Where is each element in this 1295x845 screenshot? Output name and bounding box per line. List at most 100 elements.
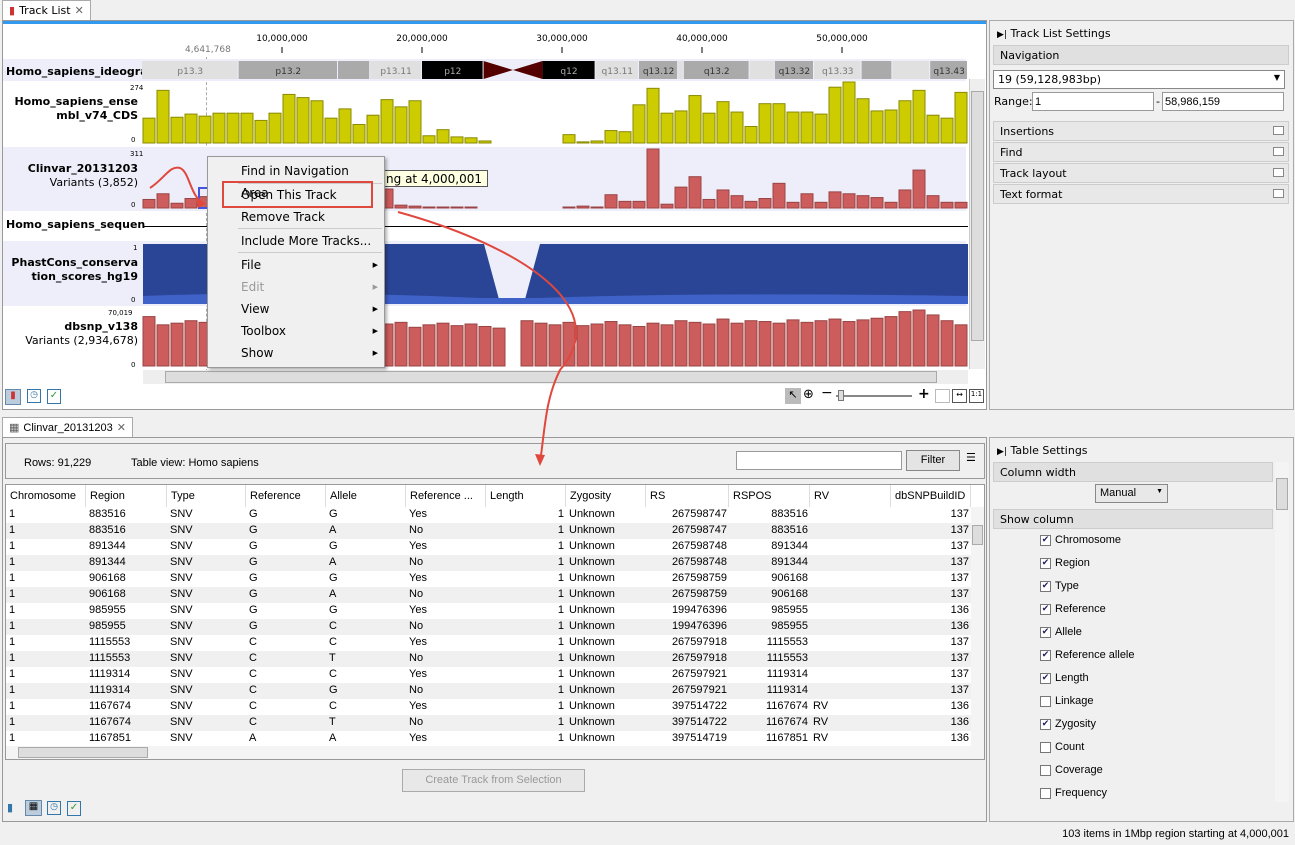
collapse-icon[interactable]: ▶| bbox=[997, 30, 1007, 40]
collapse-icon[interactable]: ▶| bbox=[997, 447, 1007, 457]
section-show-column[interactable]: Show column bbox=[993, 509, 1273, 529]
column-header[interactable]: Region bbox=[86, 485, 167, 507]
menu-item-include-more-tracks[interactable]: Include More Tracks... bbox=[208, 230, 384, 252]
column-header[interactable]: Allele bbox=[326, 485, 406, 507]
section-find[interactable]: Find bbox=[993, 142, 1289, 162]
column-checkbox[interactable]: ✔ bbox=[1040, 558, 1051, 569]
column-checkbox[interactable]: ✔ bbox=[1040, 535, 1051, 546]
filter-button[interactable]: Filter bbox=[906, 450, 960, 471]
menu-item-show[interactable]: Show ▶ bbox=[208, 342, 384, 364]
table-row[interactable]: 1 985955 SNV G G Yes 1 Unknown 199476396 985955 13… bbox=[6, 603, 971, 619]
histogram-bar bbox=[660, 324, 674, 367]
section-track-layout[interactable]: Track layout bbox=[993, 163, 1289, 183]
table-row[interactable]: 1 1119314 SNV C G No 1 Unknown 267597921 1119314 1… bbox=[6, 683, 971, 699]
filter-input[interactable] bbox=[736, 451, 902, 470]
column-header[interactable]: Reference bbox=[246, 485, 326, 507]
annotation-icon[interactable]: ✓ bbox=[47, 389, 61, 404]
column-header[interactable]: Chromosome bbox=[6, 485, 86, 507]
scroll-thumb[interactable] bbox=[972, 525, 983, 545]
settings-scrollbar[interactable] bbox=[1275, 462, 1289, 802]
section-insertions[interactable]: Insertions bbox=[993, 121, 1289, 141]
menu-item-toolbox[interactable]: Toolbox ▶ bbox=[208, 320, 384, 342]
track-view-icon[interactable]: ▮ bbox=[5, 389, 21, 405]
section-navigation[interactable]: Navigation bbox=[993, 45, 1289, 65]
menu-item-find-in-navigation[interactable]: Find in Navigation Area bbox=[208, 160, 384, 200]
histogram-bar bbox=[534, 322, 548, 367]
tab-clinvar-table[interactable]: ▦ Clinvar_20131203 ✕ bbox=[2, 417, 133, 437]
scroll-thumb[interactable] bbox=[1276, 478, 1288, 510]
column-checkbox[interactable]: ✔ bbox=[1040, 627, 1051, 638]
table-row[interactable]: 1 1167674 SNV C T No 1 Unknown 397514722 1167674 R… bbox=[6, 715, 971, 731]
zoom-plus-icon[interactable]: + bbox=[918, 386, 930, 402]
scroll-thumb[interactable] bbox=[165, 371, 937, 383]
column-header[interactable]: RSPOS bbox=[729, 485, 810, 507]
section-column-width[interactable]: Column width bbox=[993, 462, 1273, 482]
column-checkbox[interactable]: ✔ bbox=[1040, 604, 1051, 615]
column-checkbox[interactable]: ✔ bbox=[1040, 673, 1051, 684]
table-row[interactable]: 1 883516 SNV G G Yes 1 Unknown 267598747 883516 13… bbox=[6, 507, 971, 523]
table-row[interactable]: 1 1167674 SNV C C Yes 1 Unknown 397514722 1167674… bbox=[6, 699, 971, 715]
zoom-out-icon[interactable]: − bbox=[821, 385, 833, 401]
create-track-button[interactable]: Create Track from Selection bbox=[402, 769, 585, 792]
column-header[interactable]: Type bbox=[167, 485, 246, 507]
table-row[interactable]: 1 906168 SNV G G Yes 1 Unknown 267598759 906168 13… bbox=[6, 571, 971, 587]
histogram-bar bbox=[380, 99, 394, 144]
track-view-icon[interactable]: ▮ bbox=[7, 801, 13, 814]
pointer-icon[interactable]: ↖ bbox=[785, 388, 801, 404]
slider-thumb[interactable] bbox=[838, 390, 844, 401]
column-header[interactable]: RS bbox=[646, 485, 729, 507]
table-row[interactable]: 1 883516 SNV G A No 1 Unknown 267598747 883516 137 bbox=[6, 523, 971, 539]
column-checkbox[interactable] bbox=[1040, 742, 1051, 753]
dropdown-arrow-icon: ▼ bbox=[1156, 488, 1163, 495]
zoom-in-icon[interactable]: ⊕ bbox=[803, 387, 814, 402]
scroll-thumb[interactable] bbox=[18, 747, 148, 758]
column-header[interactable]: Zygosity bbox=[566, 485, 646, 507]
menu-item-file[interactable]: File ▶ bbox=[208, 254, 384, 276]
filter-options-icon[interactable]: ☰ bbox=[966, 451, 976, 464]
table-row[interactable]: 1 1119314 SNV C C Yes 1 Unknown 267597921 1119314… bbox=[6, 667, 971, 683]
table-row[interactable]: 1 891344 SNV G G Yes 1 Unknown 267598748 891344 13… bbox=[6, 539, 971, 555]
table-cell: 1119314 bbox=[89, 668, 131, 680]
zoom-slider[interactable] bbox=[836, 390, 912, 401]
column-checkbox[interactable] bbox=[1040, 788, 1051, 799]
history-icon[interactable]: ◷ bbox=[27, 389, 41, 403]
close-icon[interactable]: ✕ bbox=[117, 421, 126, 434]
menu-item-remove-track[interactable]: Remove Track bbox=[208, 206, 384, 228]
one-to-one-button[interactable]: 1:1 bbox=[969, 389, 984, 403]
zoom-selection-icon[interactable] bbox=[935, 389, 950, 403]
table-view-icon[interactable]: ▦ bbox=[25, 800, 42, 816]
column-header[interactable]: Reference ... bbox=[406, 485, 486, 507]
column-header[interactable]: dbSNPBuildID bbox=[891, 485, 971, 507]
section-text-format[interactable]: Text format bbox=[993, 184, 1289, 204]
table-row[interactable]: 1 985955 SNV G C No 1 Unknown 199476396 985955 136 bbox=[6, 619, 971, 635]
table-row[interactable]: 1 1115553 SNV C T No 1 Unknown 267597918 1115553 1… bbox=[6, 651, 971, 667]
horizontal-scrollbar[interactable] bbox=[143, 370, 968, 384]
column-checkbox[interactable] bbox=[1040, 696, 1051, 707]
history-icon[interactable]: ◷ bbox=[47, 801, 61, 815]
range-to-input[interactable] bbox=[1162, 92, 1284, 111]
vertical-scrollbar[interactable] bbox=[969, 79, 985, 369]
scroll-thumb[interactable] bbox=[971, 91, 984, 341]
table-row[interactable]: 1 1167851 SNV A A Yes 1 Unknown 397514719 1167851… bbox=[6, 731, 971, 747]
table-row[interactable]: 1 1115553 SNV C C Yes 1 Unknown 267597918 1115553… bbox=[6, 635, 971, 651]
data-table[interactable]: Chromosome Region Type Reference Allele Refer… bbox=[5, 484, 985, 760]
column-header[interactable]: RV bbox=[810, 485, 891, 507]
tracks-canvas[interactable]: p13.3 p13.2 p13.11 p12 q12 q13.11 q13.12 q13.2 q… bbox=[0, 0, 990, 390]
column-header[interactable]: Length bbox=[486, 485, 566, 507]
annotation-icon[interactable]: ✓ bbox=[67, 801, 81, 816]
menu-item-view[interactable]: View ▶ bbox=[208, 298, 384, 320]
chromosome-dropdown[interactable]: 19 (59,128,983bp) ▼ bbox=[993, 70, 1285, 89]
column-width-dropdown[interactable]: Manual ▼ bbox=[1095, 484, 1168, 503]
column-checkbox[interactable]: ✔ bbox=[1040, 581, 1051, 592]
column-checkbox[interactable]: ✔ bbox=[1040, 650, 1051, 661]
table-cell: G bbox=[329, 540, 338, 552]
ideogram-band-label: q12 bbox=[560, 67, 577, 77]
table-row[interactable]: 1 906168 SNV G A No 1 Unknown 267598759 906168 137 bbox=[6, 587, 971, 603]
table-hscrollbar[interactable] bbox=[6, 746, 984, 759]
fit-width-icon[interactable]: ↔ bbox=[952, 389, 967, 403]
range-from-input[interactable] bbox=[1032, 92, 1154, 111]
table-row[interactable]: 1 891344 SNV G A No 1 Unknown 267598748 891344 137 bbox=[6, 555, 971, 571]
column-checkbox[interactable] bbox=[1040, 765, 1051, 776]
table-vscrollbar[interactable] bbox=[971, 507, 984, 747]
column-checkbox[interactable]: ✔ bbox=[1040, 719, 1051, 730]
